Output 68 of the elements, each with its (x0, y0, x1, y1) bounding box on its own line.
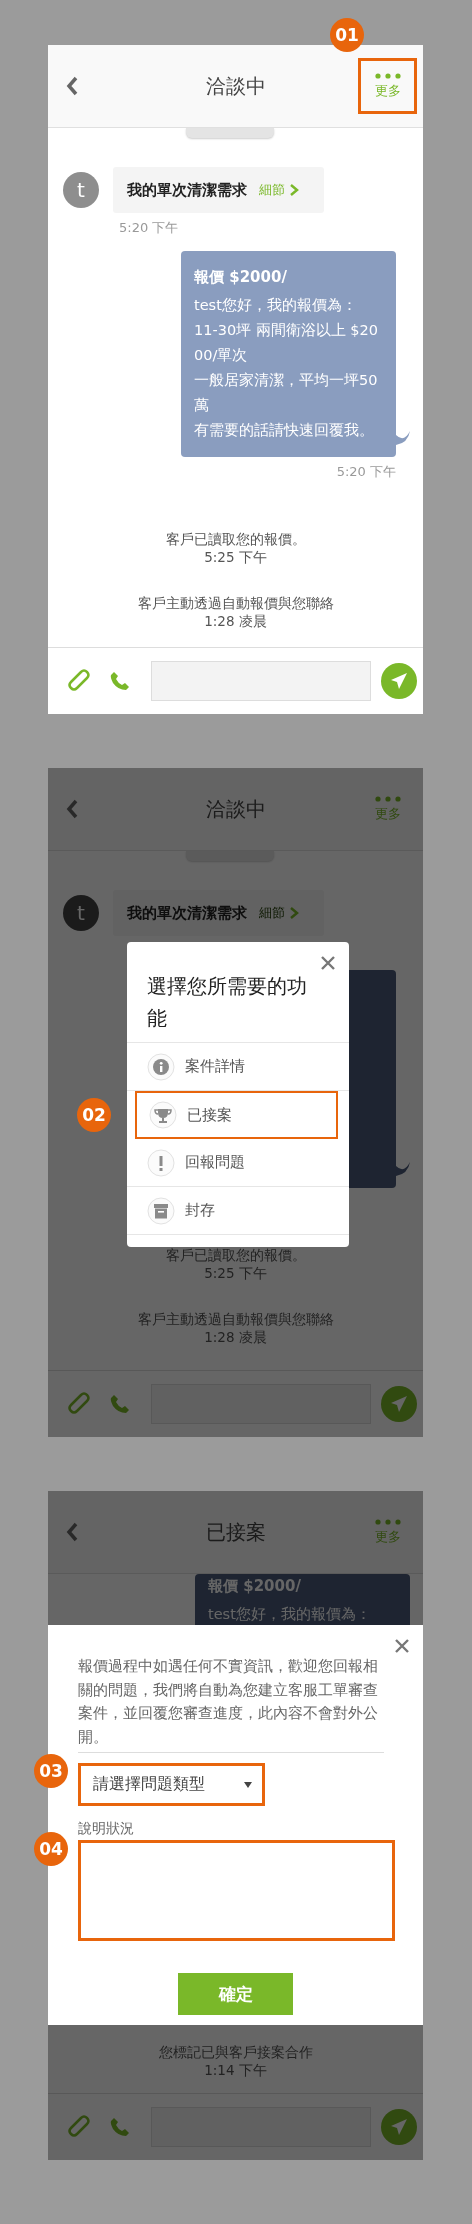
chevron-icon (289, 906, 299, 920)
alert-icon (147, 1148, 175, 1177)
step-badge: 04 (34, 1832, 68, 1866)
archive-icon (147, 1196, 175, 1225)
problem-type-select[interactable]: 請選擇問題類型 (78, 1763, 265, 1806)
bubble-tail (396, 1162, 410, 1176)
description-field[interactable] (78, 1840, 395, 1941)
send-button[interactable] (381, 1386, 417, 1422)
message-time: 5:20 下午 (336, 463, 396, 481)
avatar: t (63, 895, 99, 931)
more-button[interactable]: 更多 (358, 58, 417, 114)
system-time: 1:14 下午 (204, 2061, 267, 2079)
request-title: 我的單次清潔需求 (127, 180, 247, 200)
quote-text: 一般居家清潔，平均一坪50萬 (194, 371, 379, 415)
phone-icon[interactable] (110, 1394, 130, 1414)
menu-item[interactable]: 已接案 (135, 1091, 338, 1139)
avatar: t (63, 172, 99, 208)
quote-text: test您好，我的報價為： (208, 1605, 372, 1624)
quote-text: 11-30坪 兩間衛浴以上 $2000/單次 (194, 321, 380, 365)
send-button[interactable] (381, 2109, 417, 2145)
confirm-button[interactable]: 確定 (178, 1973, 293, 2015)
more-button[interactable]: 更多 (358, 781, 417, 837)
dots-icon (374, 72, 401, 79)
system-time: 5:25 下午 (204, 1264, 267, 1282)
attachment-icon[interactable] (68, 669, 90, 693)
quote-text: 有需要的話請快速回覆我。 (194, 421, 375, 440)
system-message: 客戶主動透過自動報價與您聯絡 (137, 1310, 334, 1328)
trophy-icon (149, 1101, 177, 1129)
paper-plane-icon (389, 1394, 409, 1414)
phone-icon[interactable] (110, 2117, 130, 2137)
screen-title: 已接案 (205, 1518, 266, 1546)
paper-plane-icon (389, 2117, 409, 2137)
details-link[interactable]: 細節 (259, 904, 299, 922)
step-badge: 03 (34, 1754, 68, 1788)
system-time: 1:28 凌晨 (204, 1328, 267, 1346)
back-icon[interactable] (66, 1522, 78, 1542)
attachment-icon[interactable] (68, 1392, 90, 1416)
request-title: 我的單次清潔需求 (127, 903, 247, 923)
chevron-icon (289, 183, 299, 197)
caret-icon (244, 1781, 252, 1788)
phone-icon[interactable] (110, 671, 130, 691)
attachment-icon[interactable] (68, 2115, 90, 2139)
dots-icon (374, 1518, 401, 1525)
field-label: 說明狀況 (78, 1820, 135, 1838)
details-link[interactable]: 細節 (259, 181, 299, 199)
message-input[interactable] (151, 661, 371, 701)
system-message: 客戶已讀取您的報價。 (165, 1246, 306, 1264)
more-button[interactable]: 更多 (358, 1504, 417, 1560)
system-message: 客戶主動透過自動報價與您聯絡 (137, 594, 334, 612)
back-icon[interactable] (66, 76, 78, 96)
quote-title: 報價 $2000/ (194, 267, 288, 288)
message-time: 5:20 下午 (119, 219, 180, 237)
back-icon[interactable] (66, 799, 78, 819)
send-button[interactable] (381, 663, 417, 699)
system-time: 1:28 凌晨 (204, 612, 267, 630)
paper-plane-icon (389, 671, 409, 691)
info-icon (147, 1052, 175, 1081)
system-time: 5:25 下午 (204, 548, 267, 566)
quote-text: test您好，我的報價為： (194, 296, 358, 315)
dots-icon (374, 795, 401, 802)
step-badge: 01 (330, 18, 364, 52)
intro-text: 報價過程中如遇任何不實資訊，歡迎您回報相關的問題，我們將自動為您建立客服工單審查案件，並回覆您審查進度，此內容不會對外公開。 (78, 1655, 384, 1753)
system-message: 您標記已與客戶接案合作 (158, 2043, 313, 2061)
quote-title: 報價 $2000/ (208, 1576, 302, 1597)
screen-title: 洽談中 (205, 72, 266, 100)
dialog-title: 選擇您所需要的功能 (147, 973, 308, 1032)
screen-title: 洽談中 (205, 795, 266, 823)
system-message: 客戶已讀取您的報價。 (165, 530, 306, 548)
